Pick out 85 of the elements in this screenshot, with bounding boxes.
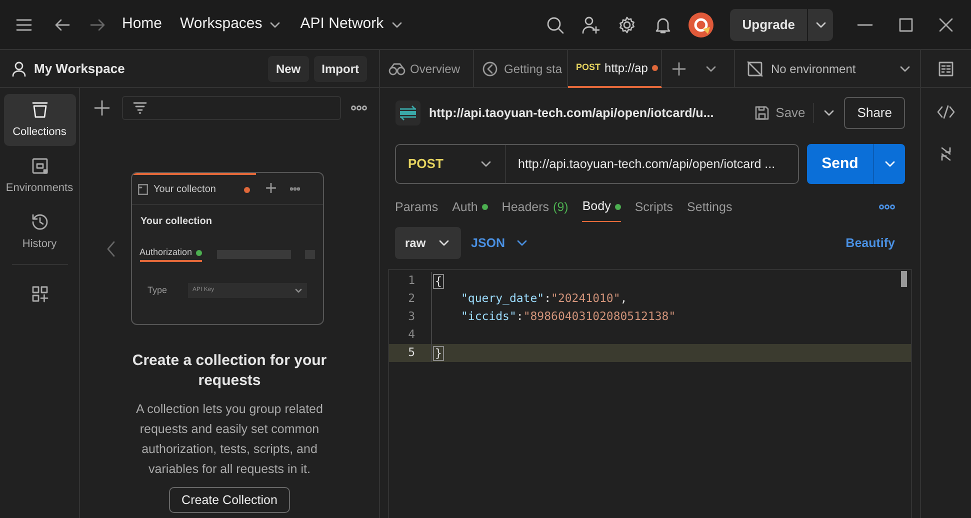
upgrade-button[interactable]: Upgrade (730, 8, 833, 40)
code-icon[interactable] (937, 104, 955, 120)
more-icon[interactable] (351, 105, 367, 111)
preview-title: Your collection (140, 215, 213, 229)
more-icon[interactable] (879, 204, 895, 210)
request-tab[interactable]: Getting sta (474, 50, 568, 88)
request-tab[interactable]: POST http://ap (568, 50, 662, 88)
history-icon (30, 212, 50, 232)
person-icon (12, 60, 26, 76)
add-person-icon[interactable] (582, 16, 600, 34)
nav-link[interactable]: Workspaces (180, 13, 282, 36)
request-section-tab[interactable]: Settings (687, 192, 732, 222)
code-token: "89860403102080512138" (523, 308, 676, 326)
beautify-button[interactable]: Beautify (846, 234, 895, 252)
code-token: : (516, 308, 524, 326)
preview-field-label: Type (148, 284, 168, 297)
nav-link[interactable]: Home (122, 13, 162, 36)
more-icon (290, 187, 300, 191)
environment-select[interactable]: No environment (734, 50, 920, 88)
filter-icon (133, 102, 147, 114)
url-field[interactable]: http://api.taoyuan-tech.com/api/open/iotcard ... (506, 154, 798, 174)
request-section-tab[interactable]: Scripts (634, 192, 674, 222)
preview-tab-title: Your collecton (154, 183, 217, 197)
overview-icon (388, 60, 406, 76)
nav-link[interactable]: API Network (300, 13, 404, 36)
document-icon (138, 184, 148, 195)
request-title: http://api.taoyuan-tech.com/api/open/iotcard/u... (429, 104, 715, 122)
method-select[interactable]: POST (396, 145, 506, 183)
sync-icon[interactable] (939, 146, 953, 162)
sidebar-tab[interactable]: Collections (4, 94, 76, 146)
chevron-left-icon[interactable] (106, 240, 116, 256)
close-icon[interactable] (939, 18, 953, 32)
search-icon[interactable] (546, 16, 564, 34)
chevron-down-icon (294, 287, 302, 294)
line-number: 2 (407, 290, 416, 308)
sidebar-tab[interactable]: Environments (4, 150, 76, 202)
plus-icon[interactable] (94, 100, 110, 116)
workspace-button[interactable]: Import (314, 56, 367, 82)
workspace-title: My Workspace (34, 60, 126, 78)
code-token: : (544, 290, 552, 308)
line-number: 1 (407, 272, 416, 290)
code-token: "query_date" (461, 290, 544, 308)
getting-started-icon (482, 60, 500, 76)
back-arrow-icon[interactable] (54, 18, 70, 32)
add-apps-icon[interactable] (30, 285, 48, 303)
request-section-tab[interactable]: Headers (9) (502, 192, 568, 222)
environments-icon (30, 156, 50, 176)
body-format-select[interactable]: JSON (471, 234, 530, 252)
settings-icon[interactable] (618, 16, 636, 34)
workspace-button[interactable]: New (268, 56, 309, 82)
scrollbar-thumb (901, 271, 907, 287)
brace: { (433, 274, 444, 288)
environment-quick-look-icon[interactable] (938, 60, 954, 76)
request-section-tab[interactable]: Body (582, 192, 621, 222)
create-collection-button[interactable]: Create Collection (168, 487, 290, 513)
line-number: 3 (407, 308, 416, 326)
http-icon (395, 100, 421, 126)
body-mode-select[interactable]: raw (395, 227, 461, 259)
save-icon (754, 105, 770, 121)
share-button[interactable]: Share (844, 97, 905, 129)
line-number: 4 (407, 326, 416, 344)
maximize-icon[interactable] (899, 18, 913, 32)
avatar-icon[interactable] (688, 12, 714, 38)
line-number: 5 (407, 344, 416, 362)
empty-state-heading: Create a collection for your requests (131, 351, 328, 391)
menu-icon[interactable] (16, 18, 32, 32)
send-button[interactable]: Send (807, 144, 905, 184)
sidebar-tab[interactable]: History (4, 206, 76, 258)
collections-icon (30, 100, 50, 120)
plus-icon[interactable] (672, 62, 686, 76)
save-button[interactable]: Save (754, 103, 814, 123)
preview-section-label: Authorization (140, 246, 192, 259)
bell-icon[interactable] (654, 16, 672, 34)
no-environment-icon (747, 60, 763, 76)
request-section-tab[interactable]: Auth (452, 192, 488, 222)
request-tab[interactable]: Overview (380, 50, 474, 88)
brace: } (433, 346, 444, 360)
plus-icon (266, 183, 276, 193)
forward-arrow-icon[interactable] (90, 18, 106, 32)
code-token: "20241010" (551, 290, 620, 308)
code-token: , (620, 290, 628, 308)
request-section-tab[interactable]: Params (395, 192, 438, 222)
filter-field[interactable] (122, 96, 341, 120)
code-token: "iccids" (461, 308, 516, 326)
empty-state-description: A collection lets you group related requests and easily set common authorization, tests, scripts, and variables for all requests in it. (135, 401, 324, 478)
